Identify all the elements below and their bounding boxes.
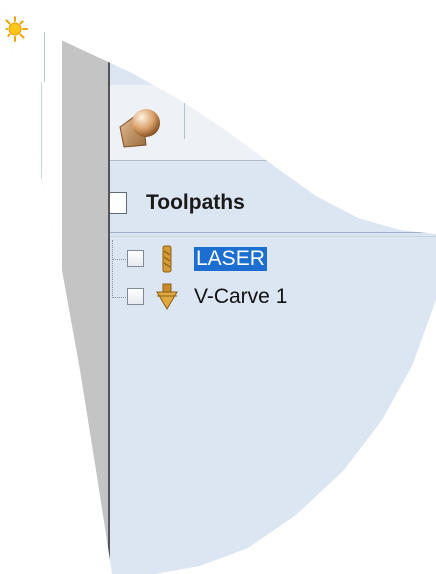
toolbar: [110, 85, 436, 161]
left-pane-edge: [38, 8, 45, 82]
laser-tool-icon: [162, 245, 172, 273]
left-pane: [0, 8, 62, 574]
toolpath-name[interactable]: LASER: [194, 247, 267, 271]
header-divider-light: [110, 236, 436, 237]
tree-branch: [112, 259, 126, 260]
toolpath-name[interactable]: V-Carve 1: [194, 285, 287, 309]
splitter-bar[interactable]: [62, 8, 108, 574]
sun-icon[interactable]: [2, 16, 28, 42]
toolpaths-header: Toolpaths: [110, 183, 436, 229]
toolpath-checkbox[interactable]: [127, 288, 144, 305]
tree-branch: [112, 297, 126, 298]
header-divider: [110, 232, 436, 233]
toolpaths-header-checkbox[interactable]: [110, 192, 127, 214]
toolpath-checkbox[interactable]: [127, 250, 144, 267]
panel-title: Toolpaths: [146, 191, 245, 214]
toolbar-separator: [184, 103, 185, 139]
left-pane-divider: [41, 82, 42, 482]
toolpath-row-vcarve[interactable]: V-Carve 1: [110, 283, 436, 311]
toolpath-row-laser[interactable]: LASER: [110, 245, 436, 273]
3d-view-icon[interactable]: [116, 93, 172, 149]
v-bit-icon: [156, 283, 178, 310]
magnified-view: Toolpaths LASER V-Carve 1: [0, 8, 436, 574]
